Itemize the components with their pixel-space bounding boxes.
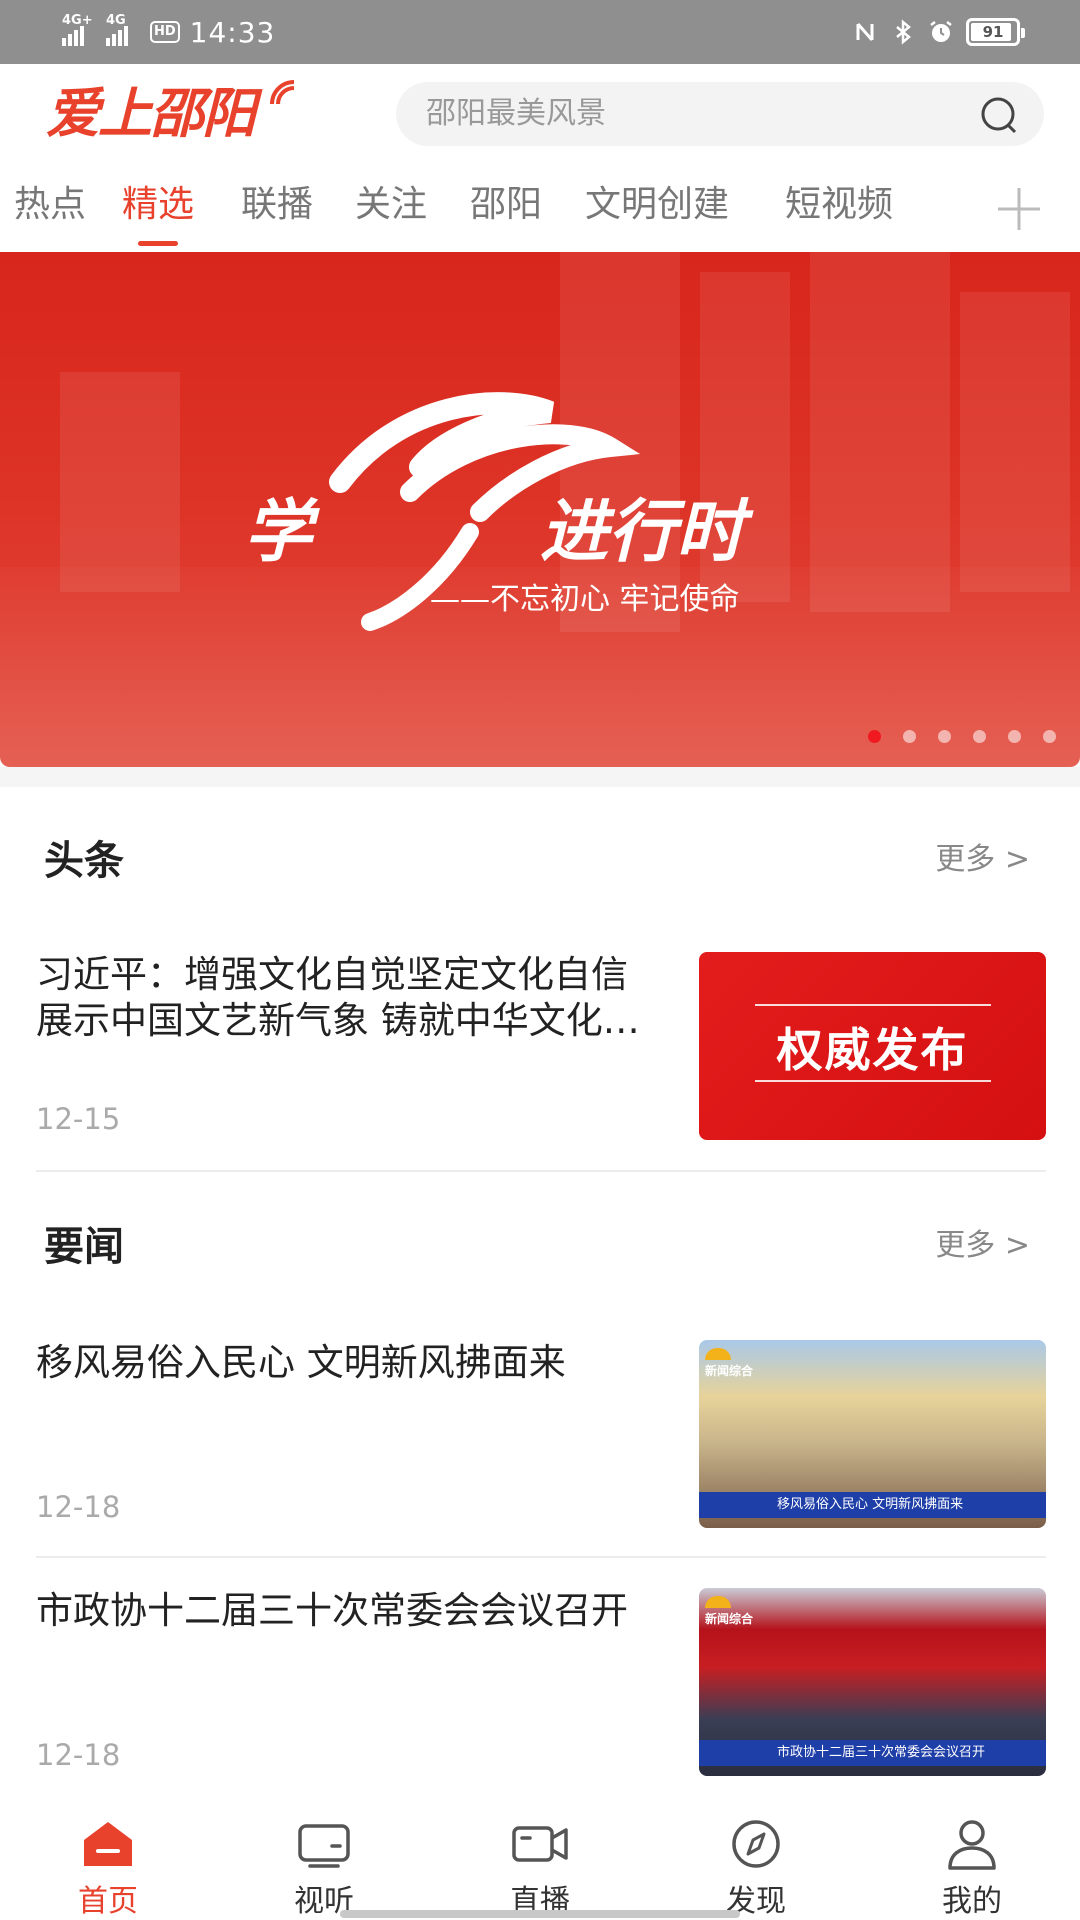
tab-featured[interactable]: 精选 [122,172,194,246]
compass-icon [732,1820,780,1868]
article-thumbnail[interactable]: 权威发布 [699,952,1046,1140]
carousel-dot[interactable] [938,730,951,743]
tab-short-video[interactable]: 短视频 [785,172,893,246]
section-separator [0,767,1080,787]
hd-voice-badge: HD [150,21,180,43]
broadcast-icon [270,80,295,105]
article-title[interactable]: 习近平：增强文化自觉坚定文化自信 展示中国文艺新气象 铸就中华文化新辉煌 [36,952,646,1044]
tab-follow[interactable]: 关注 [355,172,427,246]
nav-profile[interactable]: 我的 [864,1800,1080,1920]
article-thumbnail[interactable]: 新闻综合 移风易俗入民心 文明新风拂面来 [699,1340,1046,1528]
bluetooth-icon [896,19,911,45]
battery-icon: 91 [966,18,1025,46]
tab-civilization[interactable]: 文明创建 [585,172,729,246]
status-bar: 4G+ 4G HD 14:33 91 [0,0,1080,64]
banner-building [960,292,1070,592]
tv-icon [298,1824,350,1868]
channel-logo: 新闻综合 [705,1596,753,1627]
user-icon [948,1820,996,1870]
channel-tabs: 热点 精选 联播 关注 邵阳 文明创建 短视频 [0,172,1080,252]
list-item[interactable]: 移风易俗入民心 文明新风拂面来 12-18 新闻综合 移风易俗入民心 文明新风拂… [36,1340,1046,1540]
nfc-icon [856,23,874,41]
carousel-dots [868,730,1056,743]
article-date: 12-18 [36,1490,121,1524]
home-icon [84,1822,132,1866]
tab-broadcast[interactable]: 联播 [241,172,313,246]
carousel-dot[interactable] [1043,730,1056,743]
nav-home[interactable]: 首页 [0,1800,216,1920]
search-placeholder: 邵阳最美风景 [426,96,606,131]
ticker-text: 移风易俗入民心 文明新风拂面来 [777,1497,964,1512]
carousel-dot[interactable] [973,730,986,743]
status-left: 4G+ 4G HD 14:33 [62,10,275,54]
battery-level: 91 [982,23,1004,41]
list-item[interactable]: 习近平：增强文化自觉坚定文化自信 展示中国文艺新气象 铸就中华文化新辉煌 12-… [36,952,1046,1152]
gesture-home-bar[interactable] [340,1910,740,1918]
article-date: 12-15 [36,1102,121,1136]
nav-label: 首页 [78,1884,138,1919]
divider [36,1170,1046,1172]
network-type-1: 4G+ [62,13,93,28]
nav-discover[interactable]: 发现 [648,1800,864,1920]
status-right: 91 [852,10,1025,54]
news-more-link[interactable]: 更多 > [935,1220,1030,1264]
banner-text-left: 学 [244,493,313,572]
article-date: 12-18 [36,1738,121,1772]
tab-hot[interactable]: 热点 [14,172,86,246]
section-title-news: 要闻 [44,1224,124,1270]
app-header: 爱上邵阳 邵阳最美风景 [0,64,1080,164]
add-channel-icon[interactable] [994,184,1044,234]
section-title-headlines: 头条 [44,838,124,884]
tab-shaoyang[interactable]: 邵阳 [470,172,542,246]
bottom-navigation: 首页 视听 直播 发现 我的 [0,1800,1080,1920]
search-bar[interactable]: 邵阳最美风景 [396,82,1044,146]
list-item[interactable]: 市政协十二届三十次常委会会议召开 12-18 新闻综合 市政协十二届三十次常委会… [36,1588,1046,1788]
network-type-2: 4G [106,13,126,28]
article-title[interactable]: 市政协十二届三十次常委会会议召开 [36,1588,646,1634]
article-title[interactable]: 移风易俗入民心 文明新风拂面来 [36,1340,646,1386]
app-logo: 爱上邵阳 [46,82,256,145]
signal-icon: 4G [106,14,140,46]
video-camera-icon [512,1826,568,1862]
carousel-dot[interactable] [868,730,881,743]
banner-building [60,372,180,592]
divider [36,1556,1046,1558]
headlines-more-link[interactable]: 更多 > [935,834,1030,878]
carousel-dot[interactable] [903,730,916,743]
search-icon[interactable] [980,96,1018,134]
clock: 14:33 [189,15,276,49]
nav-live[interactable]: 直播 [432,1800,648,1920]
news-ticker: 移风易俗入民心 文明新风拂面来 [699,1492,1046,1518]
channel-logo: 新闻综合 [705,1348,753,1379]
ticker-text: 市政协十二届三十次常委会会议召开 [777,1745,986,1760]
alarm-icon [930,21,952,42]
thumbnail-text: 权威发布 [776,1023,969,1077]
signal-icon: 4G+ [62,14,96,46]
carousel-dot[interactable] [1008,730,1021,743]
banner-carousel[interactable]: 学 进行时 ——不忘初心 牢记使命 [0,252,1080,767]
banner-text-right: 进行时 [540,493,745,572]
nav-label: 我的 [942,1884,1002,1919]
news-ticker: 市政协十二届三十次常委会会议召开 [699,1740,1046,1766]
article-thumbnail[interactable]: 新闻综合 市政协十二届三十次常委会会议召开 [699,1588,1046,1776]
nav-audiovisual[interactable]: 视听 [216,1800,432,1920]
banner-subtitle: ——不忘初心 牢记使命 [430,582,740,617]
